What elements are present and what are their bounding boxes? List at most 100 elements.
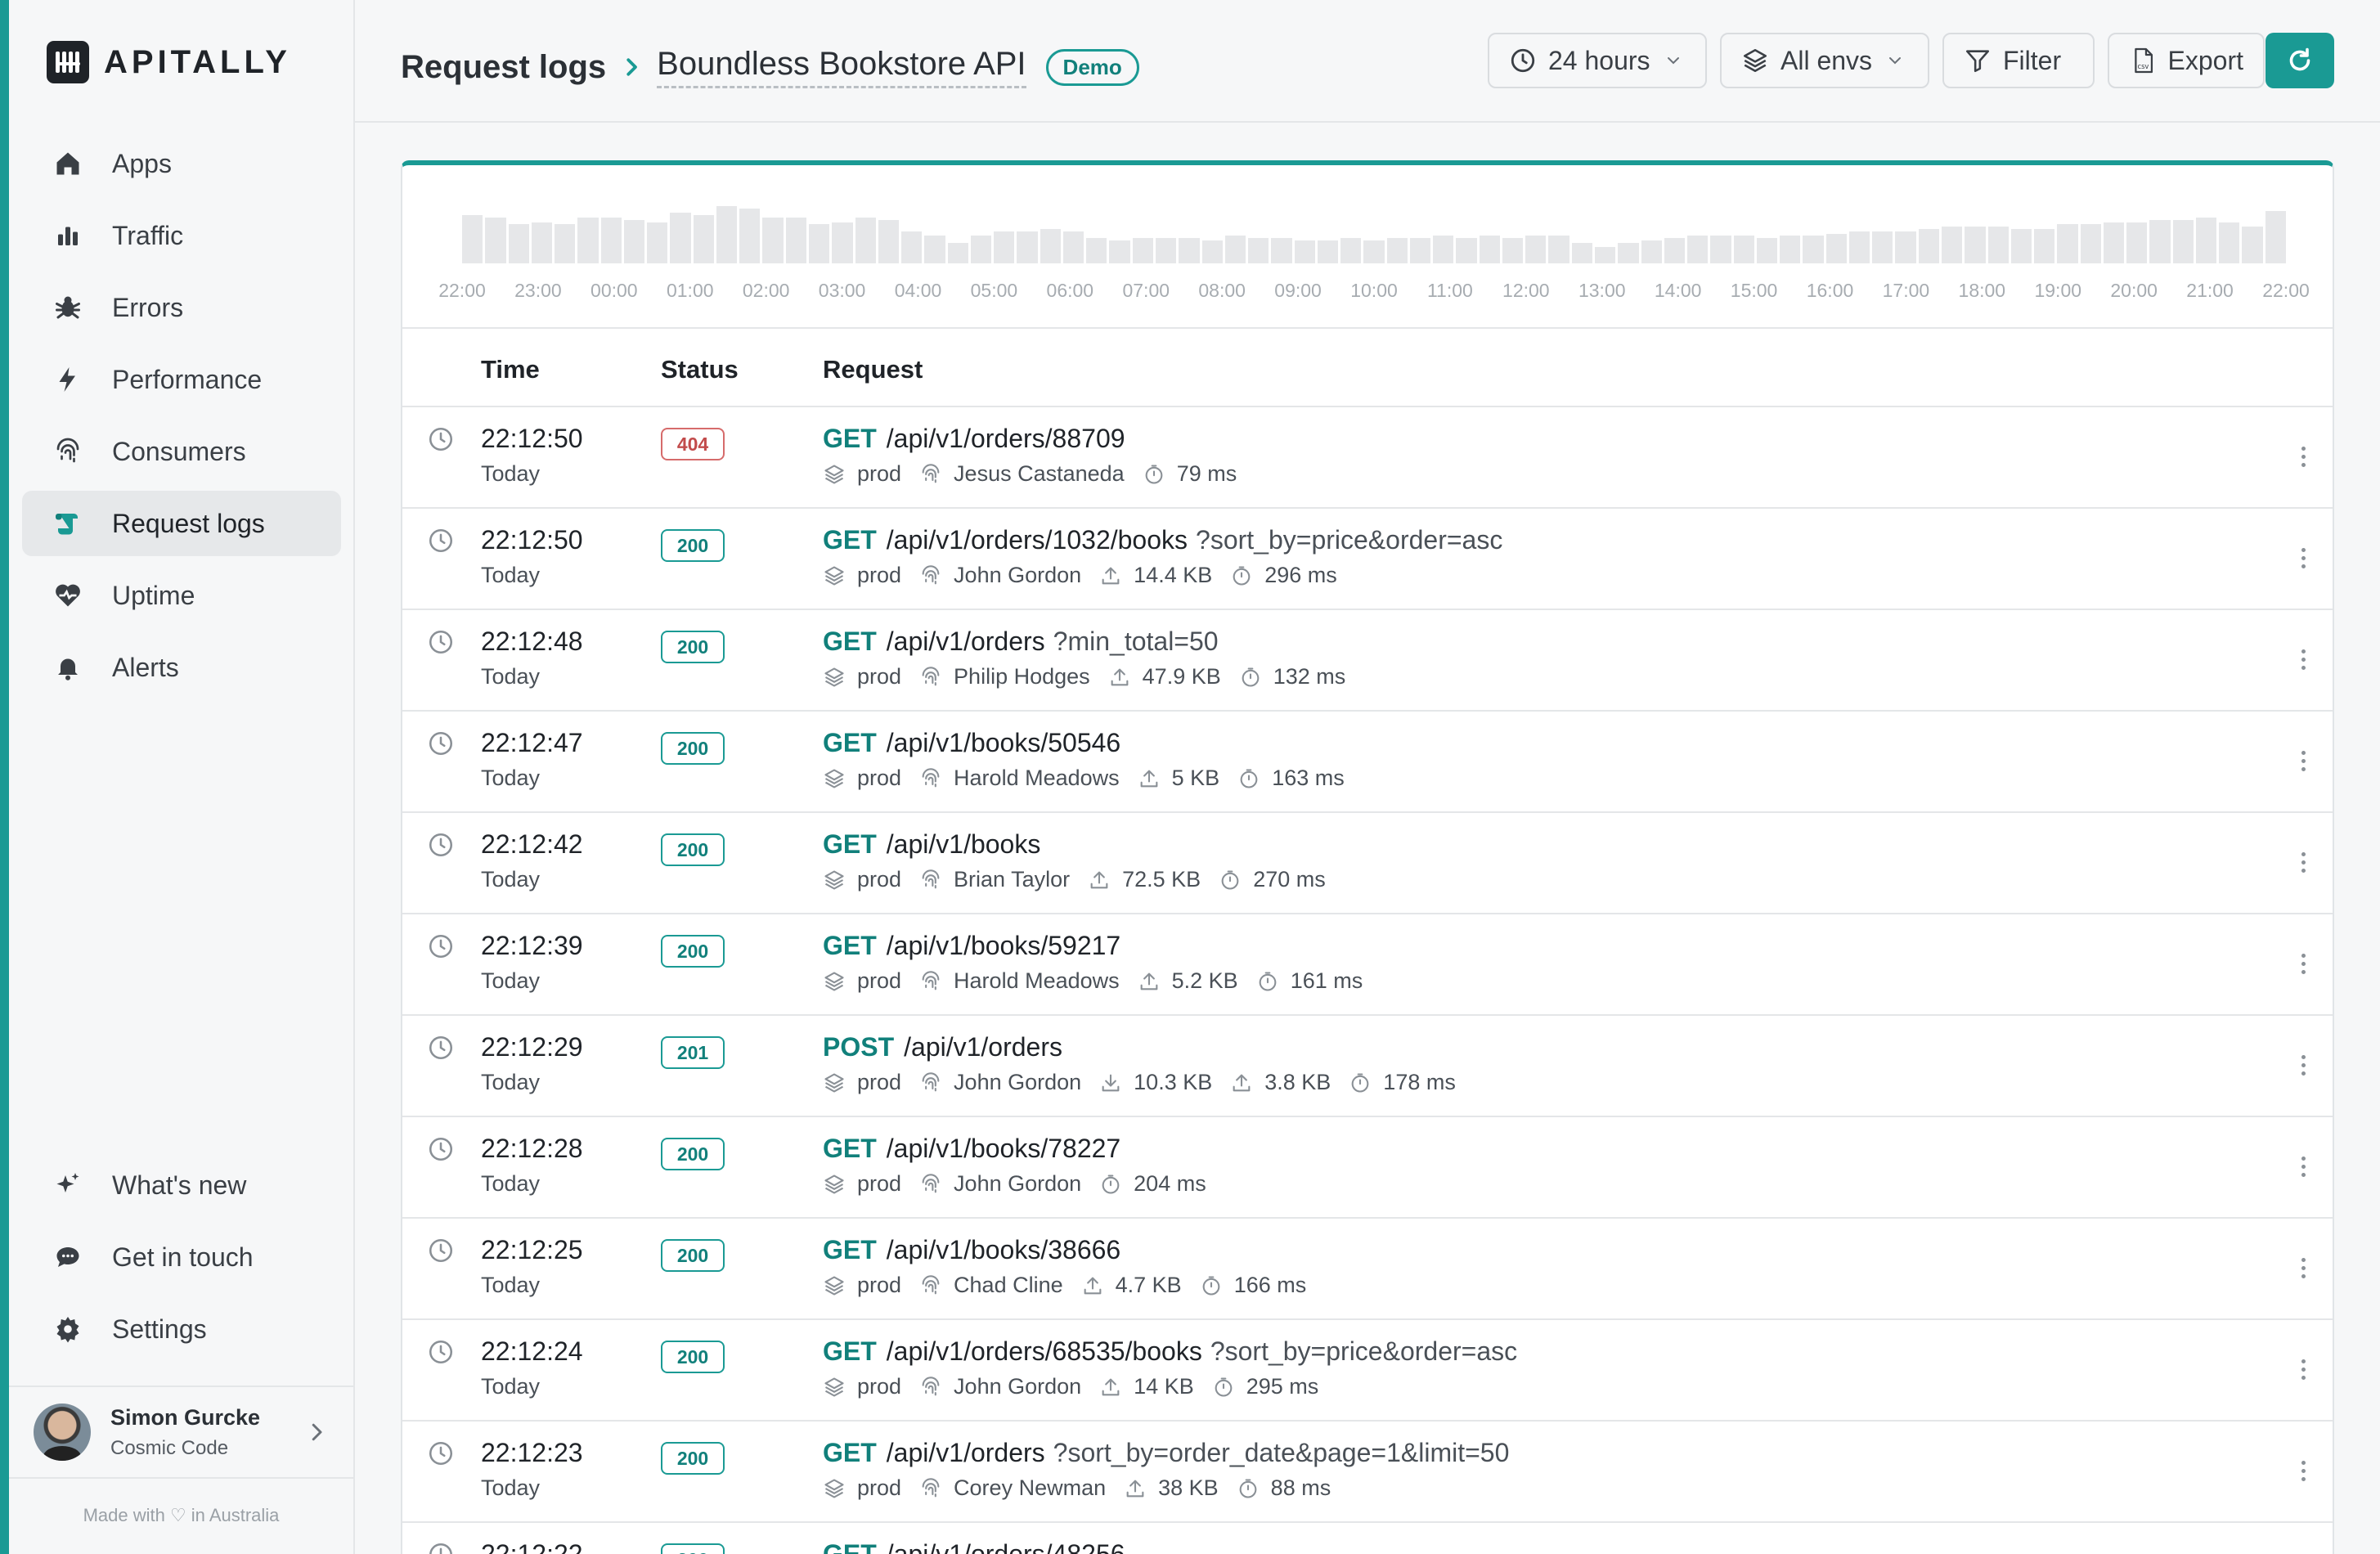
histogram-bar[interactable] [1942,227,1963,263]
histogram-bar[interactable] [1825,234,1847,263]
histogram-bar[interactable] [1618,243,1639,263]
request-line[interactable]: GET/api/v1/orders ?sort_by=order_date&pag… [823,1438,1509,1468]
sidebar-item-settings[interactable]: Settings [22,1296,341,1362]
histogram-bar[interactable] [878,220,900,263]
table-row[interactable]: 22:12:39 Today 200 GET/api/v1/books/59217 pr… [402,914,2333,1016]
histogram-bar[interactable] [2057,224,2078,263]
histogram-bar[interactable] [716,206,738,263]
table-row[interactable]: 22:12:50 Today 404 GET/api/v1/orders/88709 p… [402,407,2333,509]
row-menu-icon[interactable] [2300,1359,2306,1384]
sidebar-item-errors[interactable]: Errors [22,275,341,340]
sidebar-item-traffic[interactable]: Traffic [22,203,341,268]
request-line[interactable]: GET/api/v1/orders ?min_total=50 [823,627,1219,657]
app-selector[interactable]: Boundless Bookstore API [657,46,1026,88]
histogram-bar[interactable] [1987,227,2009,263]
table-row[interactable]: 22:12:50 Today 200 GET/api/v1/orders/1032/b… [402,509,2333,610]
row-menu-icon[interactable] [2300,1055,2306,1080]
histogram-bar[interactable] [1548,236,1569,263]
request-line[interactable]: GET/api/v1/orders/1032/books ?sort_by=pri… [823,525,1502,555]
histogram-bar[interactable] [1595,247,1616,263]
histogram-bar[interactable] [2242,227,2263,263]
histogram-bar[interactable] [1132,238,1153,263]
histogram-bar[interactable] [901,231,923,263]
histogram-bar[interactable] [1317,240,1339,263]
histogram-bar[interactable] [2265,211,2286,263]
histogram-bar[interactable] [623,220,645,263]
histogram-bar[interactable] [1641,240,1662,263]
request-line[interactable]: GET/api/v1/orders/48256 [823,1539,1125,1554]
histogram-bar[interactable] [855,218,876,263]
request-line[interactable]: GET/api/v1/books/50546 [823,728,1120,758]
row-menu-icon[interactable] [2300,1258,2306,1282]
histogram-bar[interactable] [1294,240,1315,263]
histogram-bar[interactable] [1456,238,1477,263]
histogram-bar[interactable] [1086,238,1107,263]
table-row[interactable]: 22:12:29 Today 201 POST/api/v1/orders prod Jo… [402,1016,2333,1117]
histogram-bar[interactable] [739,209,761,263]
table-row[interactable]: 22:12:23 Today 200 GET/api/v1/orders ?sort_b… [402,1422,2333,1523]
row-menu-icon[interactable] [2300,852,2306,877]
request-line[interactable]: POST/api/v1/orders [823,1032,1062,1062]
histogram-bar[interactable] [693,215,714,263]
histogram-bar[interactable] [1179,238,1200,263]
row-menu-icon[interactable] [2300,447,2306,471]
histogram-bar[interactable] [1017,231,1038,263]
row-menu-icon[interactable] [2300,1461,2306,1485]
row-menu-icon[interactable] [2300,548,2306,573]
histogram-bar[interactable] [1733,236,1754,263]
histogram-bar[interactable] [531,222,553,263]
histogram-bar[interactable] [1155,238,1177,263]
sidebar-item-what-s-new[interactable]: What's new [22,1152,341,1218]
histogram-bar[interactable] [808,224,830,263]
table-row[interactable]: 22:12:25 Today 200 GET/api/v1/books/38666 pr… [402,1219,2333,1320]
histogram-bar[interactable] [462,215,483,263]
sidebar-item-uptime[interactable]: Uptime [22,563,341,628]
histogram-bar[interactable] [947,243,968,263]
histogram-bar[interactable] [1479,236,1500,263]
histogram-bar[interactable] [1710,236,1731,263]
row-menu-icon[interactable] [2300,1157,2306,1181]
histogram-bar[interactable] [1687,236,1709,263]
histogram-bar[interactable] [508,224,529,263]
histogram-bar[interactable] [1803,236,1824,263]
histogram-bar[interactable] [1848,231,1870,263]
request-line[interactable]: GET/api/v1/orders/88709 [823,424,1125,454]
table-row[interactable]: 22:12:22Today200GET/api/v1/orders/48256p… [402,1523,2333,1554]
histogram-bar[interactable] [1271,238,1292,263]
histogram-bar[interactable] [1040,229,1061,263]
table-row[interactable]: 22:12:48 Today 200 GET/api/v1/orders ?min_to… [402,610,2333,712]
histogram-bar[interactable] [994,231,1015,263]
histogram-bar[interactable] [647,222,668,263]
histogram-bar[interactable] [2149,220,2171,263]
histogram-bar[interactable] [1363,240,1385,263]
histogram-bar[interactable] [600,218,622,263]
histogram-bar[interactable] [1433,236,1454,263]
histogram-bar[interactable] [924,236,945,263]
table-row[interactable]: 22:12:24 Today 200 GET/api/v1/orders/68535/… [402,1320,2333,1422]
histogram-bar[interactable] [1224,236,1246,263]
sidebar-item-alerts[interactable]: Alerts [22,635,341,700]
request-line[interactable]: GET/api/v1/books/78227 [823,1134,1120,1164]
histogram-bar[interactable] [1386,238,1408,263]
histogram-bar[interactable] [2126,222,2148,263]
env-dropdown[interactable]: All envs [1720,33,1929,88]
histogram-bar[interactable] [670,213,691,263]
sidebar-item-request-logs[interactable]: Request logs [22,491,341,556]
table-row[interactable]: 22:12:28 Today 200 GET/api/v1/books/78227 pr… [402,1117,2333,1219]
sidebar-item-get-in-touch[interactable]: Get in touch [22,1224,341,1290]
refresh-button[interactable] [2265,33,2334,88]
histogram-bar[interactable] [1756,238,1778,263]
histogram-bar[interactable] [1525,236,1547,263]
histogram-bar[interactable] [1918,229,1939,263]
page-title[interactable]: Request logs [401,49,606,86]
histogram-bar[interactable] [785,218,806,263]
histogram-bar[interactable] [762,218,784,263]
histogram-bar[interactable] [2172,220,2194,263]
sidebar-item-consumers[interactable]: Consumers [22,419,341,484]
histogram-bar[interactable] [1571,243,1593,263]
request-line[interactable]: GET/api/v1/orders/68535/books ?sort_by=pr… [823,1336,1517,1367]
histogram-bar[interactable] [1502,238,1524,263]
histogram-bar[interactable] [1109,240,1130,263]
histogram-bar[interactable] [2195,218,2217,263]
histogram-bar[interactable] [577,218,599,263]
